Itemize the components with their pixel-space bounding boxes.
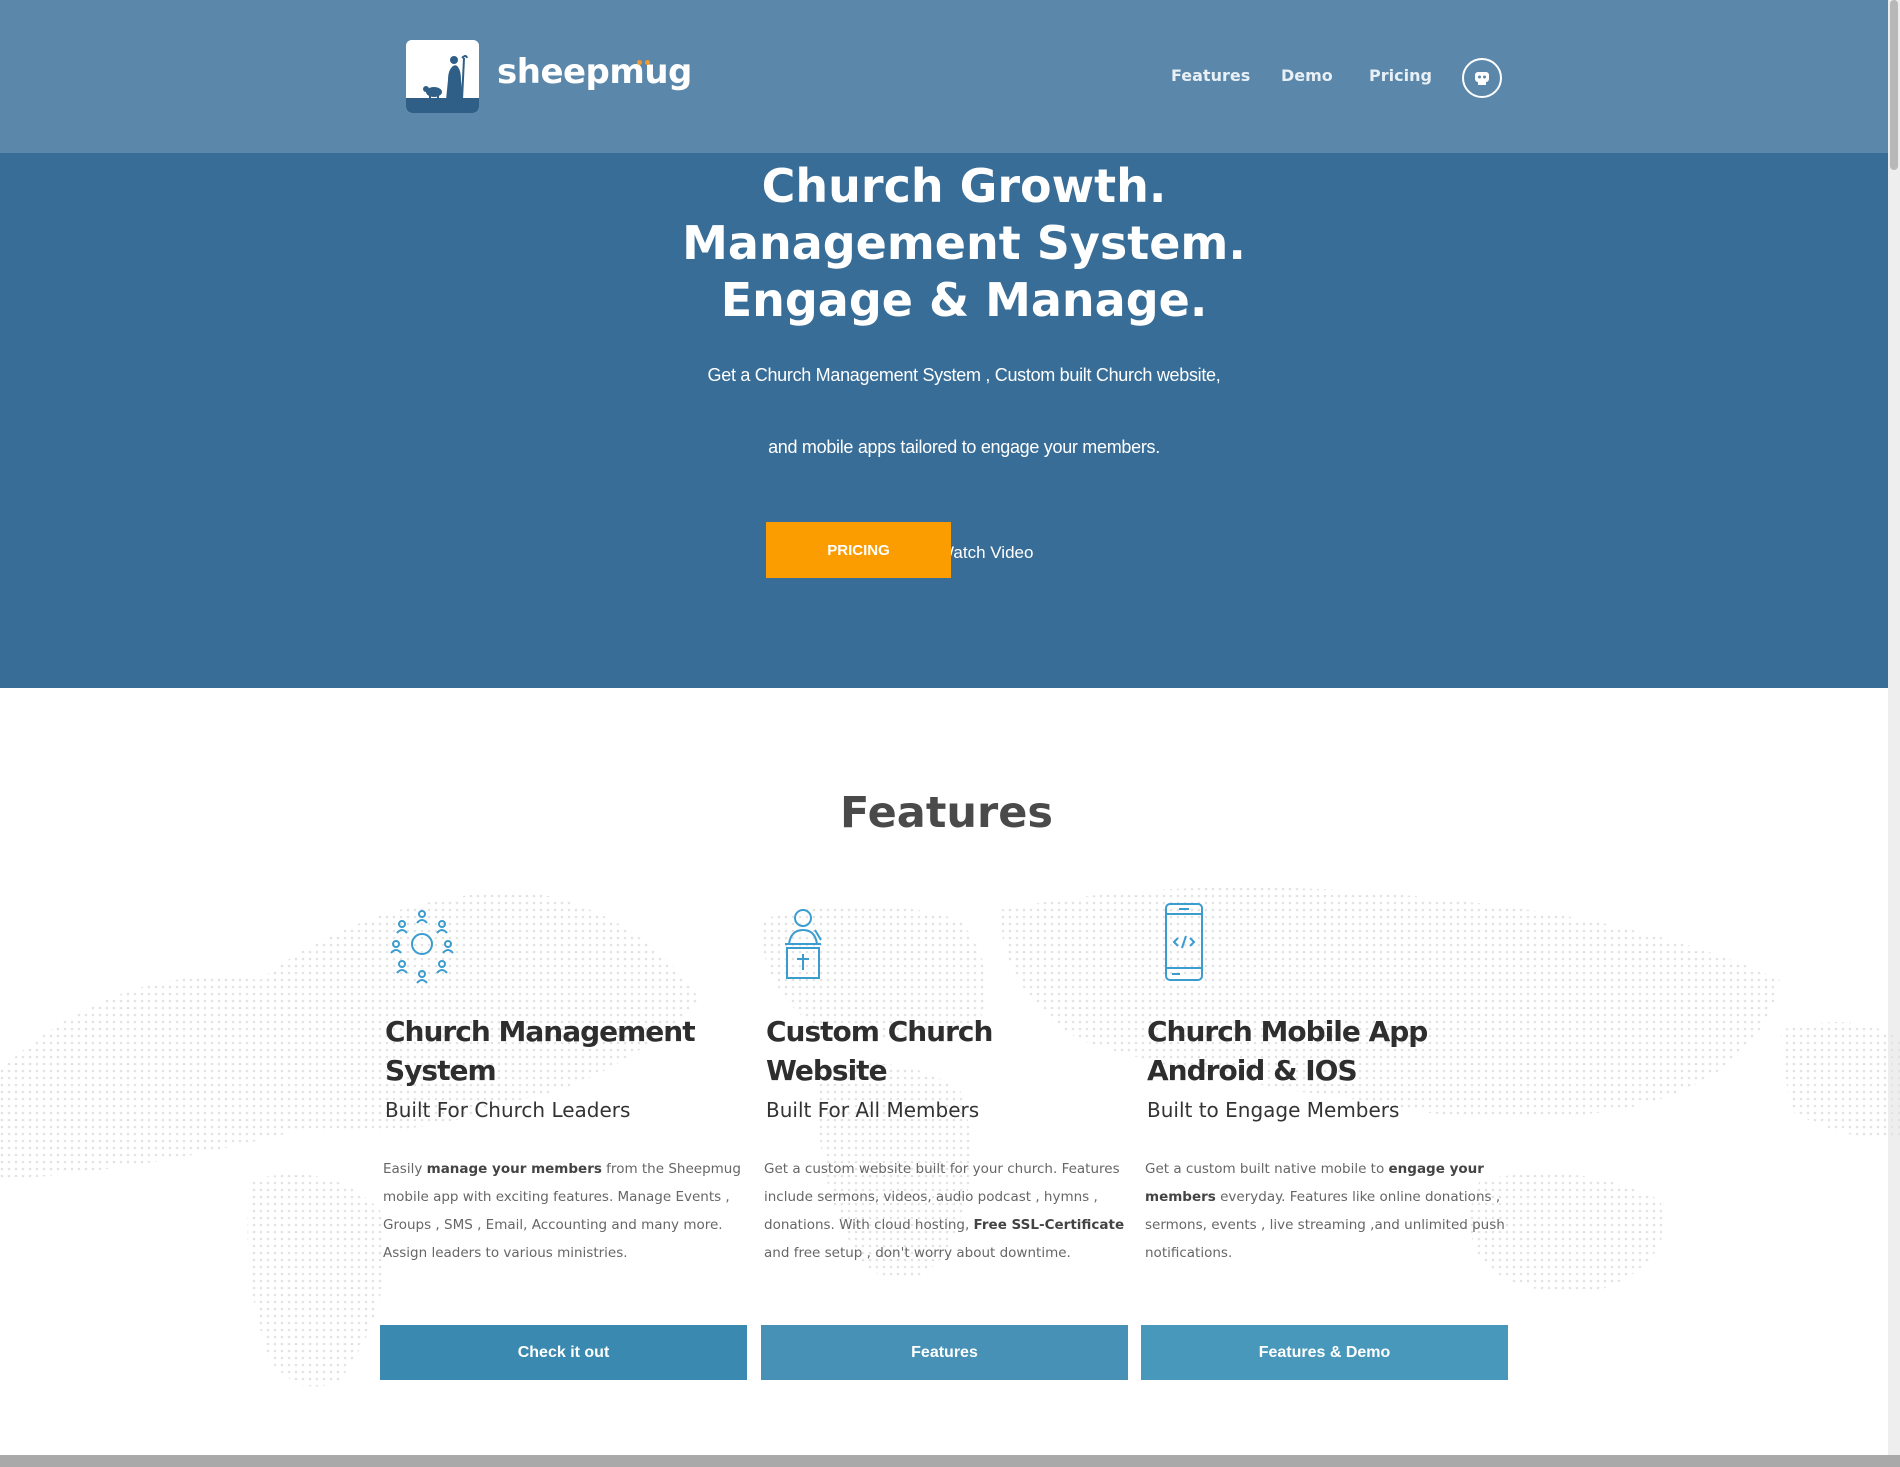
hero-subtitle: and mobile apps tailored to engage your … <box>768 437 1160 457</box>
card-subtitle: Built For Church Leaders <box>385 1098 631 1122</box>
card-subtitle: Built For All Members <box>766 1098 980 1122</box>
hero-headline: Church Growth. Management System. Engage… <box>0 158 1900 329</box>
desc-text: Get a custom built native mobile to <box>1145 1161 1389 1177</box>
card-title: Custom Church Website <box>766 1015 993 1087</box>
page: sheepmug Features Demo Pricing Church Gr… <box>0 0 1900 1467</box>
shepherd-logo-icon <box>406 40 479 113</box>
mobile-code-icon <box>1165 903 1203 981</box>
desc-text: Easily <box>383 1161 427 1177</box>
card-description: Get a custom website built for your chur… <box>764 1155 1134 1267</box>
card-title: Church Mobile App Android & IOS <box>1147 1015 1428 1087</box>
account-login-icon[interactable] <box>1462 58 1502 98</box>
desc-bold-text: Free SSL-Certificate <box>973 1217 1125 1233</box>
check-it-out-button[interactable]: Check it out <box>380 1325 747 1380</box>
website-features-button[interactable]: Features <box>761 1325 1128 1380</box>
desc-text: and free setup , don't worry about downt… <box>764 1245 1071 1261</box>
nav-pricing-link[interactable]: Pricing <box>1369 66 1432 85</box>
watch-video-link[interactable]: Watch Video <box>938 543 1033 563</box>
desc-bold-text: manage your members <box>426 1161 602 1177</box>
hero-headline-line: Engage & Manage. <box>720 273 1208 327</box>
preacher-pulpit-icon <box>785 909 822 979</box>
brand-name[interactable]: sheepmug <box>497 52 692 92</box>
hero-section: sheepmug Features Demo Pricing Church Gr… <box>0 0 1900 688</box>
features-demo-button[interactable]: Features & Demo <box>1141 1325 1508 1380</box>
brand-accent-dots <box>637 60 653 66</box>
top-navbar: sheepmug Features Demo Pricing <box>0 0 1888 153</box>
scrollbar-thumb[interactable] <box>1890 0 1898 170</box>
features-heading: Features <box>840 788 1053 838</box>
hero-subtitle: Get a Church Management System , Custom … <box>707 365 1221 385</box>
horizontal-scrollbar[interactable] <box>0 1455 1900 1467</box>
nav-demo-link[interactable]: Demo <box>1281 66 1333 85</box>
world-map-background <box>0 887 1900 1387</box>
card-subtitle: Built to Engage Members <box>1147 1098 1400 1122</box>
hero-headline-line: Management System. <box>682 216 1246 270</box>
hero-headline-line: Church Growth. <box>761 159 1167 213</box>
pricing-button[interactable]: PRICING <box>766 522 951 578</box>
nav-features-link[interactable]: Features <box>1171 66 1250 85</box>
card-description: Get a custom built native mobile to enga… <box>1145 1155 1515 1267</box>
card-title: Church Management System <box>385 1015 696 1087</box>
sheepmug-logo[interactable] <box>406 40 479 113</box>
card-description: Easily manage your members from the Shee… <box>383 1155 753 1267</box>
people-network-icon <box>390 910 454 984</box>
